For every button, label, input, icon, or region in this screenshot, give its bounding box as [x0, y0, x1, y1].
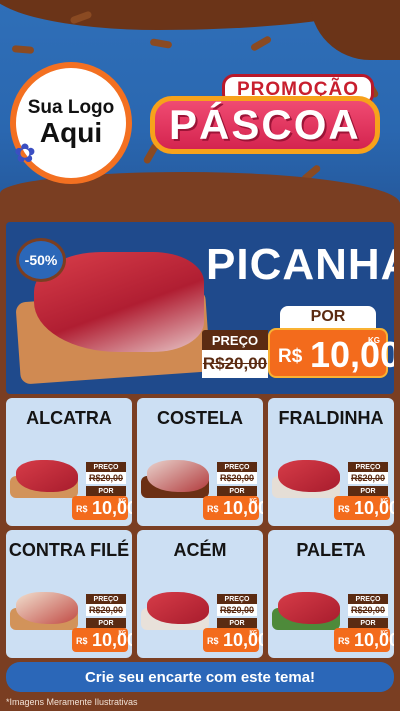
create-flyer-button[interactable]: Crie seu encarte com este tema! [6, 662, 394, 692]
old-price: R$20,00 [86, 604, 126, 616]
product-card: ALCATRA PREÇO R$20,00 POR R$ 10,00 KG [6, 398, 132, 526]
new-price-tag: R$ 10,00 KG [334, 496, 394, 520]
price-unit: KG [118, 498, 127, 504]
product-card: PALETA PREÇO R$20,00 POR R$ 10,00 KG [268, 530, 394, 658]
old-price: R$20,00 [217, 472, 257, 484]
currency-symbol: R$ [76, 504, 88, 514]
new-price-label: POR [348, 486, 388, 496]
old-price-label: PREÇO [202, 330, 268, 350]
price-unit: KG [368, 336, 380, 345]
featured-product-name: PICANHA [206, 240, 394, 289]
new-price-label: POR [86, 618, 126, 628]
new-price-label: POR [348, 618, 388, 628]
old-price: R$20,00 [348, 604, 388, 616]
product-card: CONTRA FILÉ PREÇO R$20,00 POR R$ 10,00 K… [6, 530, 132, 658]
product-card: ACÉM PREÇO R$20,00 POR R$ 10,00 KG [137, 530, 263, 658]
price-unit: KG [249, 498, 258, 504]
currency-symbol: R$ [76, 636, 88, 646]
featured-product: -50% PICANHA PREÇO R$20,00 POR R$ 10,00 … [6, 222, 394, 394]
price-unit: KG [249, 630, 258, 636]
flower-icon: ✿ [14, 138, 36, 168]
new-price-label: POR [86, 486, 126, 496]
currency-symbol: R$ [207, 504, 219, 514]
new-price-label: POR [217, 618, 257, 628]
discount-badge: -50% [16, 238, 66, 282]
price-value: 10,00 [92, 630, 132, 650]
new-price-tag: R$ 10,00 KG [72, 496, 132, 520]
price-value: 10,00 [354, 630, 394, 650]
old-price: R$20,00 [348, 472, 388, 484]
disclaimer-note: *Imagens Meramente Ilustrativas [6, 697, 138, 707]
old-price-label: PREÇO [217, 594, 257, 604]
currency-symbol: R$ [338, 504, 350, 514]
old-price-label: PREÇO [348, 594, 388, 604]
currency-symbol: R$ [338, 636, 350, 646]
easter-title: PÁSCOA [150, 96, 380, 154]
price-value: 10,00 [223, 498, 263, 518]
old-price-label: PREÇO [348, 462, 388, 472]
chocolate-drip-right [310, 0, 400, 60]
product-name: ACÉM [173, 540, 227, 560]
product-name: FRALDINHA [278, 408, 384, 428]
price-unit: KG [380, 498, 389, 504]
logo-text-line2: Aqui [39, 117, 103, 149]
product-card: FRALDINHA PREÇO R$20,00 POR R$ 10,00 KG [268, 398, 394, 526]
meat-image [147, 460, 209, 492]
new-price-label: POR [280, 306, 376, 328]
header-banner: Sua Logo Aqui ✿ PROMOÇÃO PÁSCOA [0, 0, 400, 218]
meat-image [278, 460, 340, 492]
old-price-label: PREÇO [86, 594, 126, 604]
old-price: R$20,00 [202, 350, 268, 378]
currency-symbol: R$ [278, 346, 303, 367]
product-name: CONTRA FILÉ [8, 540, 130, 560]
old-price-label: PREÇO [86, 462, 126, 472]
price-value: 10,00 [354, 498, 394, 518]
price-unit: KG [380, 630, 389, 636]
product-name: ALCATRA [26, 408, 112, 428]
price-unit: KG [118, 630, 127, 636]
meat-image [147, 592, 209, 624]
old-price: R$20,00 [217, 604, 257, 616]
sprinkle-decoration [149, 38, 173, 49]
old-price-label: PREÇO [217, 462, 257, 472]
logo-text-line1: Sua Logo [27, 97, 115, 119]
old-price: R$20,00 [86, 472, 126, 484]
sprinkle-decoration [11, 45, 35, 54]
product-card: COSTELA PREÇO R$20,00 POR R$ 10,00 KG [137, 398, 263, 526]
new-price-label: POR [217, 486, 257, 496]
meat-image [278, 592, 340, 624]
new-price-tag: R$ 10,00 KG [203, 496, 263, 520]
meat-image [16, 460, 78, 492]
sprinkle-decoration [249, 34, 273, 53]
product-name: COSTELA [156, 408, 243, 428]
currency-symbol: R$ [207, 636, 219, 646]
price-value: 10,00 [92, 498, 132, 518]
product-name: PALETA [296, 540, 366, 560]
price-value: 10,00 [223, 630, 263, 650]
new-price-tag: R$ 10,00 KG [203, 628, 263, 652]
new-price-tag: R$ 10,00 KG [268, 328, 394, 378]
new-price-tag: R$ 10,00 KG [72, 628, 132, 652]
meat-image [16, 592, 78, 624]
price-value: 10,00 [310, 334, 394, 375]
new-price-tag: R$ 10,00 KG [334, 628, 394, 652]
